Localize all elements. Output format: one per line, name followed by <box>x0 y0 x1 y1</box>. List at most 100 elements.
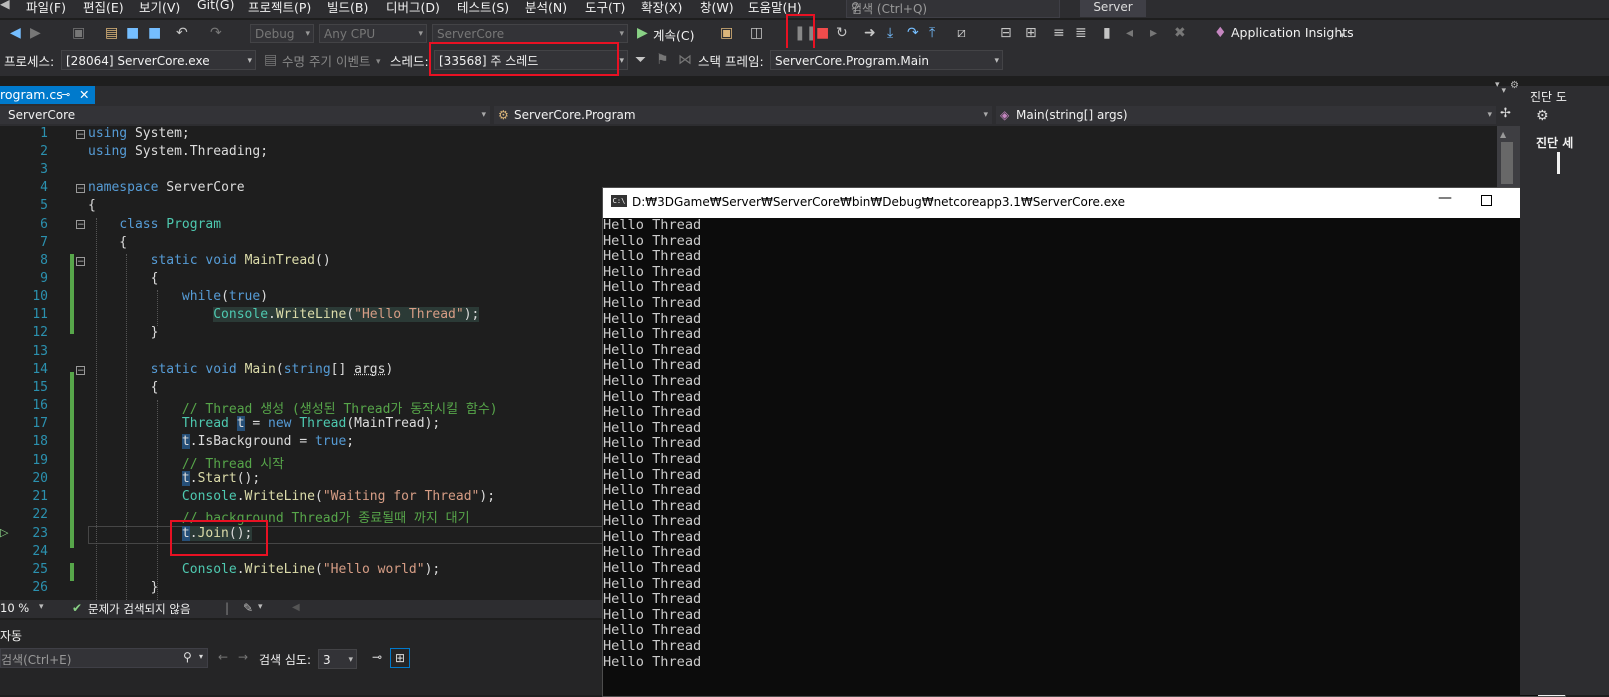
vs-logo-icon[interactable]: ◀ <box>0 0 10 11</box>
chevron-down-icon[interactable]: ▾ <box>258 602 263 612</box>
forward-icon[interactable]: ▶ <box>30 25 41 41</box>
autos-search-input[interactable]: 검색(Ctrl+E) ⚲ ▾ <box>0 648 208 668</box>
search-icon[interactable]: ⚲ <box>183 650 192 664</box>
settings-gear-icon[interactable]: ⚙ <box>1536 108 1549 124</box>
save-all-icon[interactable]: ■ <box>148 25 161 41</box>
menu-git[interactable]: Git(G) <box>197 0 235 12</box>
breakpoint-window-icon[interactable]: ⊟ <box>1000 25 1012 41</box>
hot-reload-icon[interactable]: ◫ <box>750 25 763 41</box>
clear-bookmarks-icon[interactable]: ✖ <box>1174 25 1186 41</box>
chevron-down-icon[interactable]: ▾ <box>199 652 203 661</box>
fold-toggle[interactable]: − <box>76 366 85 376</box>
project-dropdown[interactable]: ServerCore ▾ <box>0 106 490 124</box>
search-forward-icon[interactable]: → <box>238 650 248 664</box>
fold-toggle[interactable]: − <box>76 257 85 267</box>
console-line: Hello Thread <box>603 560 702 577</box>
menu-file[interactable]: 파일(F) <box>26 0 66 16</box>
tab-list-icon[interactable]: ▾ <box>1501 86 1506 96</box>
back-icon[interactable]: ◀ <box>10 25 21 41</box>
step-out-icon[interactable]: ⤒ <box>929 25 935 41</box>
gear-icon[interactable]: ⚙ <box>1510 80 1519 91</box>
menu-view[interactable]: 보기(V) <box>139 0 180 16</box>
prev-bookmark-icon[interactable]: ◂ <box>1126 25 1133 41</box>
redo-icon[interactable]: ↷ <box>210 25 222 41</box>
split-icon[interactable]: ✢ <box>1500 106 1511 121</box>
menu-project[interactable]: 프로젝트(P) <box>248 0 311 16</box>
console-line: Hello Thread <box>603 218 702 233</box>
change-marker <box>70 372 74 548</box>
continue-button[interactable]: 계속(C) <box>653 25 694 44</box>
hex-toggle-icon[interactable]: ⊞ <box>390 648 410 668</box>
menu-tools[interactable]: 도구(T) <box>585 0 625 16</box>
attach-icon[interactable]: ▣ <box>720 25 733 41</box>
new-project-icon[interactable]: ▣ <box>72 25 85 41</box>
zoom-dropdown[interactable]: 10 % <box>0 601 29 615</box>
search-back-icon[interactable]: ← <box>218 650 228 664</box>
config-dropdown[interactable]: Debug ▾ <box>250 24 314 43</box>
stop-icon[interactable]: ■ <box>816 25 829 41</box>
minimize-icon[interactable]: — <box>1438 190 1452 206</box>
search-depth-dropdown[interactable]: 3 ▾ <box>318 649 357 669</box>
pin-icon[interactable]: ⊸ <box>372 650 382 664</box>
close-icon[interactable]: ✕ <box>79 86 89 104</box>
code-line-8: static void MainTread() <box>150 253 331 268</box>
member-dropdown[interactable]: ◈ Main(string[] args) ▾ <box>996 106 1496 124</box>
bookmark-icon[interactable]: ▮ <box>1103 25 1111 41</box>
menu-build[interactable]: 빌드(B) <box>327 0 368 16</box>
chevron-down-icon[interactable]: ▾ <box>1340 28 1345 44</box>
diagnostic-session-tab[interactable]: 진단 세 <box>1536 134 1573 151</box>
threads-icon[interactable]: ⊞ <box>1025 25 1037 41</box>
save-icon[interactable]: ■ <box>126 25 139 41</box>
menu-analyze[interactable]: 분석(N) <box>525 0 567 16</box>
fold-toggle[interactable]: − <box>76 130 85 140</box>
step-over-icon[interactable]: ↷ <box>907 25 919 41</box>
show-flagged-icon[interactable]: ⋈ <box>678 52 692 68</box>
platform-dropdown[interactable]: Any CPU ▾ <box>319 24 427 43</box>
console-output: Hello Thread Hello Thread Hello Thread Hell… <box>603 218 1538 696</box>
application-insights-button[interactable]: Application Insights <box>1231 25 1354 40</box>
comment-icon[interactable]: ≡ <box>1053 25 1065 41</box>
maximize-icon[interactable] <box>1481 195 1492 206</box>
stackframe-dropdown[interactable]: ServerCore.Program.Main ▾ <box>770 50 1003 70</box>
line-number: 1 <box>40 126 48 141</box>
tab-program-cs[interactable]: rogram.cs ⊸ ✕ <box>0 86 95 104</box>
console-line: Hello Thread <box>603 622 702 639</box>
show-next-statement-icon[interactable]: ➜ <box>864 25 876 41</box>
chevron-down-icon[interactable]: ▾ <box>39 602 44 612</box>
issues-status[interactable]: 문제가 검색되지 않음 <box>88 601 191 617</box>
continue-icon[interactable]: ▶ <box>637 25 648 41</box>
restart-icon[interactable]: ↻ <box>836 25 848 41</box>
chevron-down-icon[interactable]: ▾ <box>1495 80 1500 90</box>
pin-icon[interactable]: ⊸ <box>61 86 70 104</box>
scroll-thumb[interactable] <box>1501 142 1513 184</box>
code-line-21: Console.WriteLine("Waiting for Thread"); <box>181 489 496 504</box>
filter-icon[interactable]: ⏷ <box>635 52 646 68</box>
console-window[interactable]: C:\ D:₩3DGame₩Server₩ServerCore₩bin₩Debu… <box>602 187 1566 697</box>
search-box[interactable]: 검색 (Ctrl+Q) ⚲ <box>846 0 1060 18</box>
menu-debug[interactable]: 디버그(D) <box>386 0 440 16</box>
class-dropdown[interactable]: ⚙ ServerCore.Program ▾ <box>494 106 992 124</box>
fold-toggle[interactable]: − <box>76 220 85 230</box>
console-line: Hello Thread <box>603 638 702 655</box>
code-line-25: Console.WriteLine("Hello world"); <box>181 562 441 577</box>
flag-icon[interactable]: ⚑ <box>656 52 669 68</box>
lifecycle-events-dropdown[interactable]: 수명 주기 이벤트 <box>282 51 370 70</box>
open-file-icon[interactable]: ▤ <box>105 25 118 41</box>
menu-edit[interactable]: 편집(E) <box>83 0 124 16</box>
hex-display-icon[interactable]: ⧄ <box>957 25 966 41</box>
brush-icon[interactable]: ✎ <box>243 601 253 615</box>
scroll-up-icon[interactable]: ▲ <box>1500 130 1506 139</box>
next-bookmark-icon[interactable]: ▸ <box>1150 25 1157 41</box>
scroll-left-icon[interactable]: ◀ <box>292 602 300 613</box>
process-dropdown[interactable]: [28064] ServerCore.exe ▾ <box>61 50 256 70</box>
menu-test[interactable]: 테스트(S) <box>457 0 509 16</box>
startup-project-dropdown[interactable]: ServerCore ▾ <box>432 24 628 43</box>
undo-icon[interactable]: ↶ <box>176 25 188 41</box>
console-title-bar[interactable]: C:\ D:₩3DGame₩Server₩ServerCore₩bin₩Debu… <box>603 188 1565 218</box>
change-marker <box>70 563 74 581</box>
fold-toggle[interactable]: − <box>76 184 85 194</box>
step-into-icon[interactable]: ⤓ <box>887 25 893 41</box>
menu-extensions[interactable]: 확장(X) <box>641 0 682 16</box>
menu-window[interactable]: 창(W) <box>700 0 734 16</box>
uncomment-icon[interactable]: ≣ <box>1075 25 1087 41</box>
